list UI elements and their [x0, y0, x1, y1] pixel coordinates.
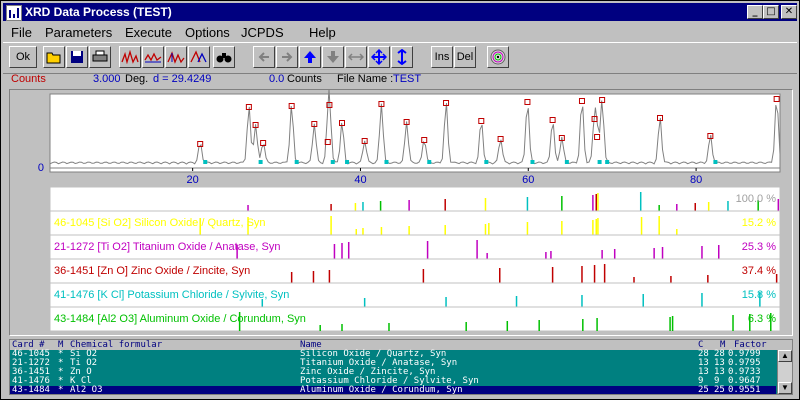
phase-percent: 6.3 %: [748, 313, 776, 325]
arrow-down-icon[interactable]: [322, 46, 344, 68]
minor-peak-marker: [203, 160, 208, 164]
deg-value: 3.000: [93, 73, 121, 85]
counts-value: 0.0: [269, 73, 285, 85]
expand-vertical-icon[interactable]: [391, 46, 413, 68]
scroll-up-icon[interactable]: ▲: [778, 350, 792, 362]
counts-unit: Counts: [287, 73, 322, 85]
smooth-icon[interactable]: [119, 46, 141, 68]
peak-search-icon[interactable]: [165, 46, 187, 68]
minor-peak-marker: [530, 160, 535, 164]
phase-label: 21-1272 [Ti O2] Titanium Oxide / Anatase…: [54, 241, 280, 253]
open-icon[interactable]: [43, 46, 65, 68]
phase-label: 41-1476 [K Cl] Potassium Chloride / Sylv…: [54, 289, 289, 301]
filename-label: File Name :: [337, 73, 394, 85]
minor-peak-marker: [484, 160, 489, 164]
window-title: XRD Data Process (TEST): [25, 5, 172, 19]
delete-button[interactable]: Del: [454, 46, 476, 68]
xrd-chart-panel[interactable]: 0 20 40 60 80 100.0 % 46-1045 [Si O2] Silicon …: [9, 88, 793, 336]
row-name: Aluminum Oxide / Corundum, Syn: [300, 385, 463, 395]
status-bar: Counts 3.000 Deg. d = 29.4249 0.0 Counts…: [3, 73, 797, 87]
menu-bar: File Parameters Execute Options JCPDS He…: [3, 22, 797, 41]
disc-icon[interactable]: [487, 46, 509, 68]
y-tick-label: 0: [38, 162, 44, 174]
minor-peak-marker: [384, 160, 389, 164]
arrow-left-icon[interactable]: [253, 46, 275, 68]
print-icon[interactable]: [89, 46, 111, 68]
phase-percent: 15.8 %: [742, 289, 776, 301]
toolbar: Ok Ins Del: [3, 42, 797, 74]
minor-peak-marker: [330, 160, 335, 164]
main-window: XRD Data Process (TEST) _ □ ✕ File Param…: [0, 0, 800, 400]
save-icon[interactable]: [66, 46, 88, 68]
binoculars-icon[interactable]: [213, 46, 235, 68]
phase-percent: 15.2 %: [742, 217, 776, 229]
x-tick-label: 60: [522, 174, 534, 186]
phase-strip: [49, 186, 781, 212]
expand-horizontal-icon[interactable]: [345, 46, 367, 68]
table-scrollbar[interactable]: ▲ ▼: [777, 350, 792, 394]
maximize-button[interactable]: □: [763, 5, 779, 19]
row-formula: Al2 O3: [70, 385, 103, 395]
minor-peak-marker: [713, 160, 718, 164]
deg-label: Deg.: [125, 73, 149, 85]
row-c: 25: [698, 385, 709, 395]
arrow-right-icon[interactable]: [276, 46, 298, 68]
minor-peak-marker: [294, 160, 299, 164]
phase-percent: 25.3 %: [742, 241, 776, 253]
row-m: 25: [714, 385, 725, 395]
phase-label: 43-1484 [Al2 O3] Aluminum Oxide / Corund…: [54, 313, 306, 325]
minor-peak-marker: [258, 160, 263, 164]
pattern-plot-area: [49, 93, 781, 173]
x-tick-label: 80: [690, 174, 702, 186]
counts-label: Counts: [11, 73, 46, 85]
arrow-up-icon[interactable]: [299, 46, 321, 68]
table-row-selected[interactable]: 43-1484 * Al2 O3 Aluminum Oxide / Corundum,…: [10, 385, 776, 395]
xrd-chart[interactable]: 0 20 40 60 80 100.0 % 46-1045 [Si O2] Silicon …: [10, 88, 792, 335]
phase-table: Card # M Chemical formular Name C M Fact…: [9, 339, 793, 395]
fit-icon[interactable]: [188, 46, 210, 68]
phase-label: 36-1451 [Zn O] Zinc Oxide / Zincite, Syn: [54, 265, 250, 277]
minor-peak-marker: [564, 160, 569, 164]
row-card: 43-1484: [12, 385, 50, 395]
filename-value: TEST: [393, 73, 422, 85]
minimize-button[interactable]: _: [747, 5, 763, 19]
insert-button[interactable]: Ins: [431, 46, 453, 68]
menu-parameters[interactable]: Parameters: [45, 25, 112, 40]
menu-help[interactable]: Help: [309, 25, 336, 40]
ok-button[interactable]: Ok: [9, 46, 37, 68]
minor-peak-marker: [605, 160, 610, 164]
menu-jcpds[interactable]: JCPDS: [241, 25, 284, 40]
phase-label: 46-1045 [Si O2] Silicon Oxide / Quartz, …: [54, 217, 266, 229]
minor-peak-marker: [345, 160, 350, 164]
expand-all-icon[interactable]: [368, 46, 390, 68]
scroll-down-icon[interactable]: ▼: [778, 382, 792, 394]
x-tick-label: 20: [187, 174, 199, 186]
minor-peak-marker: [427, 160, 432, 164]
phase-percent: 100.0 %: [736, 193, 777, 205]
menu-options[interactable]: Options: [185, 25, 230, 40]
title-bar: XRD Data Process (TEST) _ □ ✕: [3, 3, 797, 21]
menu-file[interactable]: File: [11, 25, 32, 40]
app-icon[interactable]: [6, 5, 22, 21]
background-icon[interactable]: [142, 46, 164, 68]
phase-percent: 37.4 %: [742, 265, 776, 277]
row-mark: *: [58, 385, 64, 395]
menu-execute[interactable]: Execute: [125, 25, 172, 40]
d-spacing: d = 29.4249: [153, 73, 212, 85]
row-factor: 0.9551: [728, 385, 761, 395]
minor-peak-marker: [597, 160, 602, 164]
close-button[interactable]: ✕: [781, 5, 797, 19]
x-tick-label: 40: [354, 174, 366, 186]
